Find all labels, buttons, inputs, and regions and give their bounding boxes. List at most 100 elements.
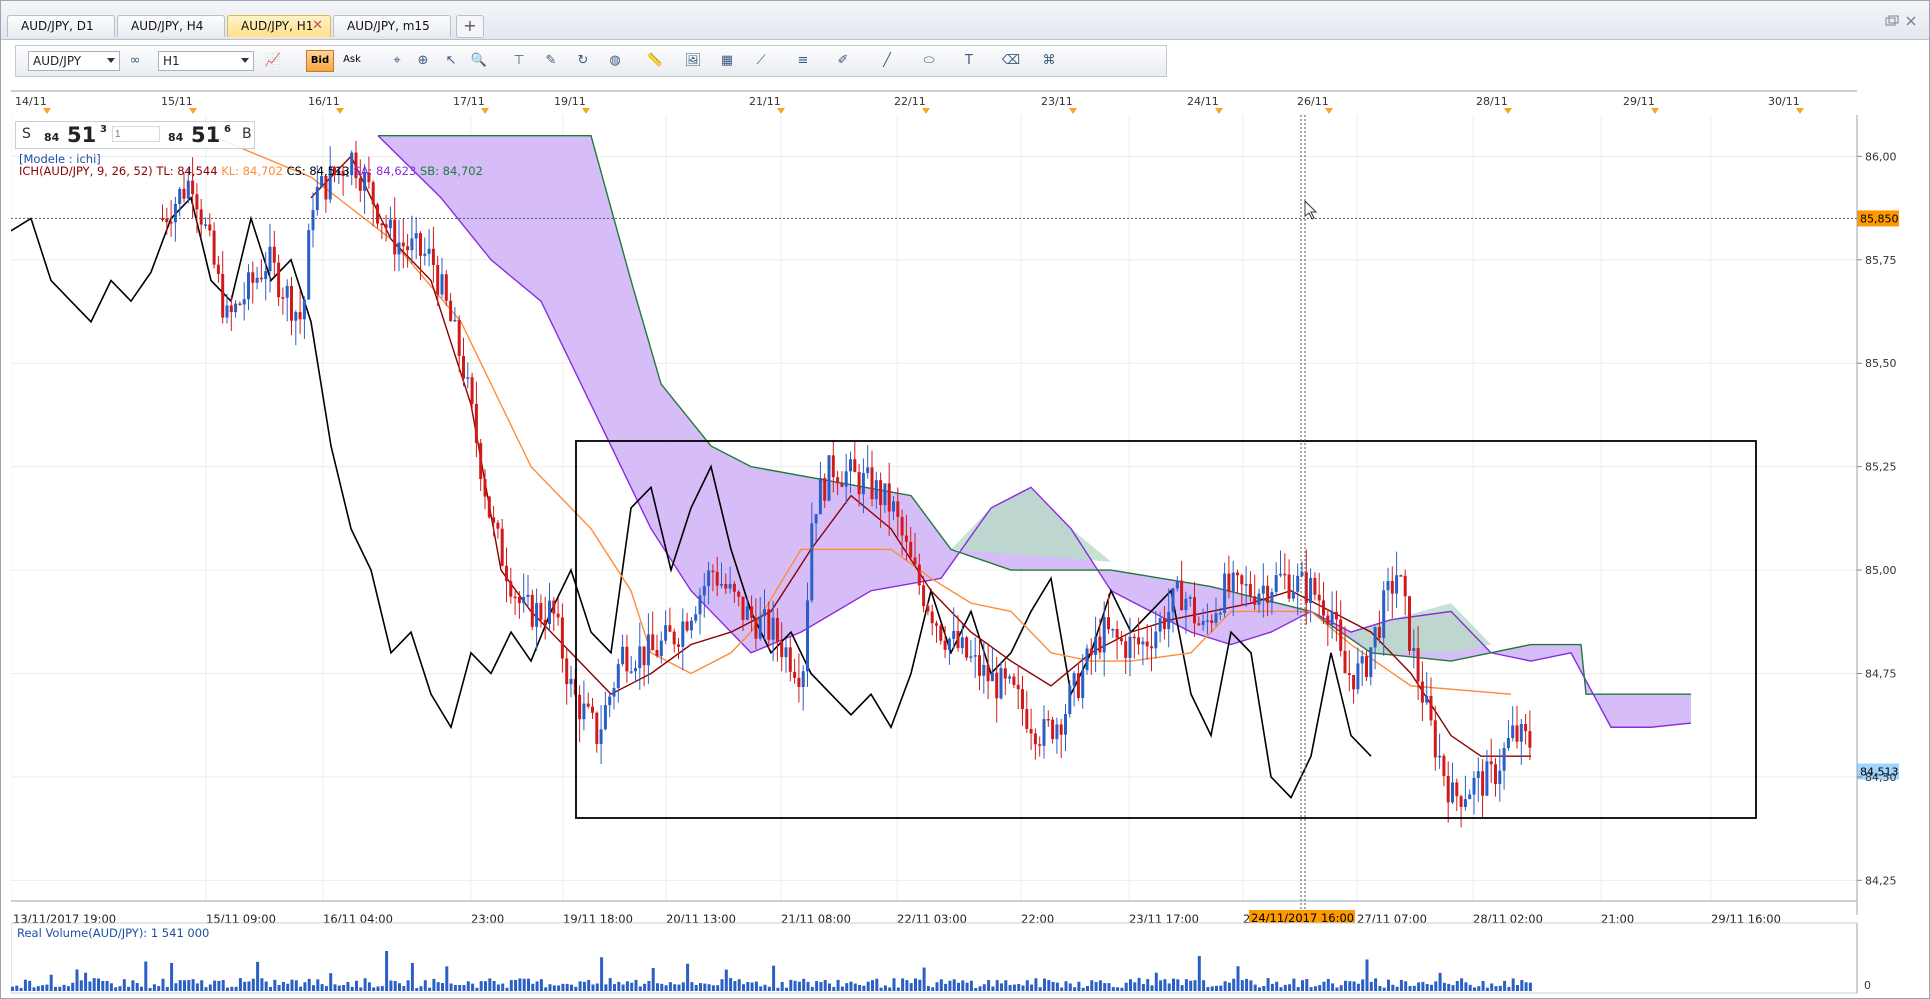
- line-tool-icon[interactable]: ╱: [876, 50, 898, 72]
- close-window-icon[interactable]: [1905, 15, 1917, 27]
- image-icon[interactable]: 🖼: [682, 50, 704, 72]
- candle-body: [634, 668, 637, 672]
- link-icon[interactable]: ∞: [124, 50, 146, 72]
- volume-bar: [1073, 987, 1077, 991]
- refresh-icon[interactable]: ↻: [572, 50, 594, 72]
- crosshair-icon[interactable]: ⌖: [386, 50, 408, 72]
- candle-body: [1481, 771, 1485, 796]
- candle-body: [922, 585, 926, 607]
- pencil-icon[interactable]: ✐: [832, 50, 854, 72]
- price-label: 85,50: [1865, 357, 1897, 370]
- text-tool-icon[interactable]: T: [958, 50, 980, 72]
- candle-body: [1051, 719, 1055, 740]
- close-tab-icon[interactable]: ✕: [312, 18, 323, 33]
- ellipse-icon[interactable]: ⬭: [918, 50, 940, 72]
- candle-body: [1068, 685, 1072, 714]
- kijun-value: KL: 84,702: [221, 164, 283, 178]
- candle-body: [401, 242, 405, 247]
- restore-window-icon[interactable]: [1885, 15, 1899, 27]
- volume-bar: [144, 961, 148, 991]
- volume-bar: [595, 983, 599, 991]
- add-tab-icon[interactable]: +: [456, 15, 484, 38]
- sell-big-figure: 84: [44, 131, 60, 144]
- senkou-b-value: SB: 84,702: [419, 164, 483, 178]
- volume-bar: [290, 979, 294, 991]
- candle-body: [560, 617, 564, 659]
- eraser-icon[interactable]: ⌫: [1000, 50, 1022, 72]
- volume-bar: [948, 980, 952, 991]
- data-window-icon[interactable]: ⊤: [508, 50, 530, 72]
- candle-body: [1356, 663, 1360, 690]
- candle-body: [904, 535, 908, 542]
- ask-button[interactable]: Ask: [338, 50, 366, 72]
- zoom-in-icon[interactable]: ⊕: [412, 50, 434, 72]
- volume-bar: [109, 983, 113, 991]
- tab-aud-jpy-h1[interactable]: AUD/JPY, H1 ✕: [227, 15, 331, 37]
- sell-fraction: 3: [100, 124, 107, 135]
- candle-body: [1472, 777, 1476, 795]
- candle-body: [1420, 681, 1424, 703]
- chart-type-icon[interactable]: 📈: [262, 50, 284, 72]
- timeframe-select[interactable]: H1: [158, 51, 254, 71]
- volume-bar: [174, 983, 178, 991]
- volume-bar: [673, 984, 677, 991]
- lot-size-input[interactable]: [112, 126, 160, 142]
- candle-body: [444, 274, 448, 301]
- ruler-icon[interactable]: 📏: [644, 50, 666, 72]
- alert-icon[interactable]: ✎: [540, 50, 562, 72]
- volume-bar: [1473, 987, 1476, 991]
- tab-label: AUD/JPY, H1: [241, 19, 314, 33]
- volume-bar: [901, 978, 905, 991]
- volume-bar: [183, 980, 186, 991]
- object-tree-icon[interactable]: ⌘: [1038, 50, 1060, 72]
- magnifier-icon[interactable]: 🔍: [468, 50, 490, 72]
- candle-body: [1072, 673, 1076, 686]
- tab-aud-jpy-m15[interactable]: AUD/JPY, m15: [333, 15, 451, 37]
- volume-bar: [441, 983, 444, 991]
- volume-bar: [1090, 980, 1094, 991]
- volume-bar: [780, 981, 784, 991]
- price-chart[interactable]: 14/11 15/11 16/11 17/11 19/11 21/11 22/11 23/11…: [10, 85, 1923, 995]
- candle-body: [277, 262, 281, 298]
- bid-button[interactable]: Bid: [306, 50, 334, 72]
- candle-body: [1352, 674, 1356, 690]
- candle-body: [1081, 670, 1085, 699]
- template-icon[interactable]: ▦: [716, 50, 738, 72]
- symbol-select[interactable]: AUD/JPY: [28, 51, 120, 71]
- volume-bar: [522, 978, 526, 991]
- volume-bar: [699, 983, 702, 991]
- volume-bar: [269, 986, 272, 991]
- volume-bar: [161, 978, 165, 991]
- volume-bar: [656, 983, 659, 991]
- volume-bar: [660, 983, 664, 991]
- candle-body: [995, 672, 999, 699]
- candle-body: [1111, 629, 1115, 631]
- chart-area[interactable]: 14/11 15/11 16/11 17/11 19/11 21/11 22/11 23/11…: [10, 85, 1923, 995]
- cursor-icon[interactable]: ↖: [440, 50, 462, 72]
- volume-bar: [1490, 983, 1494, 991]
- tab-aud-jpy-d1[interactable]: AUD/JPY, D1: [7, 15, 115, 37]
- candle-body: [1296, 575, 1300, 592]
- globe-icon[interactable]: ◍: [604, 50, 626, 72]
- candle-body: [251, 272, 255, 283]
- volume-bar: [1339, 985, 1343, 991]
- session-marker-icon: [582, 108, 590, 114]
- candle-body: [1210, 620, 1214, 623]
- volume-bar: [600, 957, 604, 991]
- candle-body: [298, 312, 302, 320]
- fibonacci-icon[interactable]: ⟋: [750, 50, 772, 72]
- candle-body: [1390, 581, 1394, 594]
- candle-body: [204, 224, 207, 226]
- session-marker-icon: [1504, 108, 1512, 114]
- candle-body: [543, 619, 547, 625]
- volume-bar: [785, 987, 788, 991]
- candle-body: [930, 611, 934, 624]
- candle-body: [388, 219, 392, 229]
- lines-icon[interactable]: ≡: [792, 50, 814, 72]
- volume-bar: [888, 987, 892, 991]
- volume-bar: [165, 986, 169, 991]
- session-marker-icon: [336, 108, 344, 114]
- tab-aud-jpy-h4[interactable]: AUD/JPY, H4: [117, 15, 225, 37]
- volume-bar: [97, 978, 100, 991]
- candle-body: [715, 571, 719, 586]
